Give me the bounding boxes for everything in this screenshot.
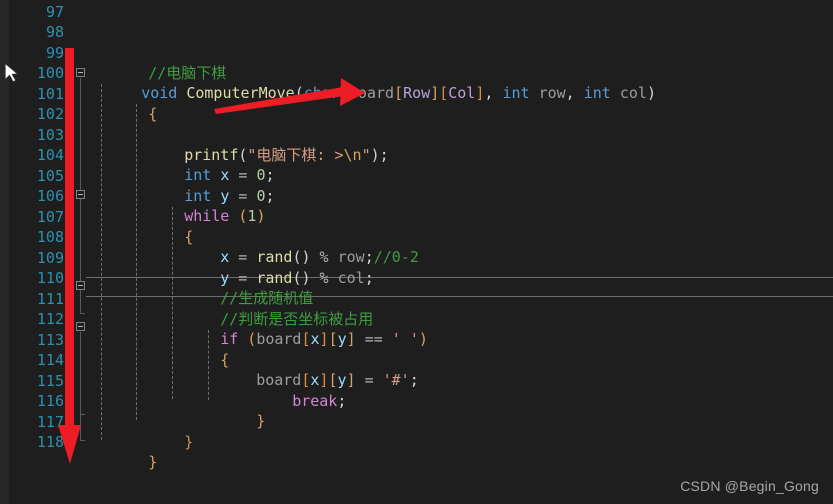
paren-close: ): [418, 330, 428, 349]
escape-sequence: \n: [343, 146, 362, 165]
paren-open: (: [294, 84, 304, 103]
line-number: 112: [36, 310, 64, 328]
line-number: 118: [36, 433, 64, 451]
code-area[interactable]: //电脑下棋 void ComputerMove(char board[Row]…: [94, 0, 833, 504]
paren-close: ): [256, 207, 266, 226]
bracket-close: ]: [430, 84, 440, 103]
semicolon: ;: [265, 187, 275, 206]
brace-open: {: [148, 105, 158, 124]
variable-x: x: [310, 330, 320, 349]
keyword-break: break: [292, 392, 338, 411]
variable-y: y: [337, 330, 347, 349]
line-number: 113: [36, 331, 64, 349]
line-number: 99: [45, 44, 64, 62]
brace-close: }: [148, 453, 158, 472]
line-number: 102: [36, 105, 64, 123]
line-number: 105: [36, 167, 64, 185]
brace-close: }: [184, 433, 194, 452]
code-line[interactable]: void ComputerMove(char board[Row][Col], …: [87, 63, 656, 124]
line-number: 115: [36, 372, 64, 390]
bracket-open: [: [301, 330, 311, 349]
bracket-open: [: [394, 84, 404, 103]
macro-col: Col: [448, 84, 476, 103]
paren-close: ): [370, 146, 380, 165]
watermark: CSDN @Begin_Gong: [680, 478, 819, 494]
fold-region-end: [80, 440, 85, 441]
code-editor: 97 98 99 100 101 102 103 104 105 106 107…: [0, 0, 833, 504]
fold-toggle-line110[interactable]: [76, 281, 85, 290]
line-number: 108: [36, 228, 64, 246]
bracket-close: ]: [319, 330, 329, 349]
modulo-operator: %: [319, 269, 329, 288]
fold-region-line: [80, 332, 81, 414]
param-board: board: [348, 84, 395, 103]
paren-open: (: [247, 330, 257, 349]
line-number: 101: [36, 85, 64, 103]
function-name: ComputerMove: [186, 84, 295, 103]
fold-toggle-function[interactable]: [76, 68, 85, 77]
line-number: 117: [36, 413, 64, 431]
comma: ,: [565, 84, 575, 103]
bracket-open: [: [328, 330, 338, 349]
fold-region-line: [80, 291, 81, 313]
code-line[interactable]: }: [202, 391, 265, 452]
string-literal-end: ": [361, 146, 371, 165]
char-literal: ' ': [391, 330, 419, 349]
fold-region-line: [80, 414, 81, 440]
bracket-close: ]: [346, 330, 356, 349]
char-literal: '#': [382, 371, 410, 390]
param-row: row: [538, 84, 566, 103]
comment-token: //0-2: [373, 248, 419, 267]
semicolon: ;: [337, 392, 347, 411]
line-number: 114: [36, 351, 64, 369]
bracket-open: [: [439, 84, 449, 103]
indicator-margin: [0, 0, 9, 504]
fold-toggle-if[interactable]: [76, 322, 85, 331]
identifier-col: col: [337, 269, 365, 288]
line-number: 106: [36, 187, 64, 205]
code-line[interactable]: }: [94, 432, 157, 493]
equality-operator: ==: [364, 330, 383, 349]
line-number: 98: [45, 23, 64, 41]
identifier-board: board: [256, 330, 302, 349]
line-number: 111: [36, 290, 64, 308]
semicolon: ;: [379, 146, 389, 165]
line-number: 107: [36, 208, 64, 226]
fold-region-end: [80, 313, 85, 314]
line-number: 97: [45, 3, 64, 21]
param-col: col: [619, 84, 647, 103]
semicolon: ;: [364, 269, 374, 288]
macro-row: Row: [403, 84, 431, 103]
line-number: 103: [36, 126, 64, 144]
line-number: 109: [36, 249, 64, 267]
semicolon: ;: [409, 371, 419, 390]
keyword-char: char: [303, 84, 340, 103]
assign-operator: =: [364, 371, 374, 390]
line-number: 116: [36, 392, 64, 410]
keyword-int: int: [502, 84, 530, 103]
line-number: 104: [36, 146, 64, 164]
brace-close: }: [256, 412, 266, 431]
keyword-int: int: [583, 84, 611, 103]
line-number: 100: [36, 64, 64, 82]
bracket-close: ]: [346, 371, 356, 390]
paren-close: ): [646, 84, 656, 103]
line-number-gutter: 97 98 99 100 101 102 103 104 105 106 107…: [9, 0, 70, 504]
line-number: 110: [36, 269, 64, 287]
fold-toggle-while[interactable]: [76, 190, 85, 199]
